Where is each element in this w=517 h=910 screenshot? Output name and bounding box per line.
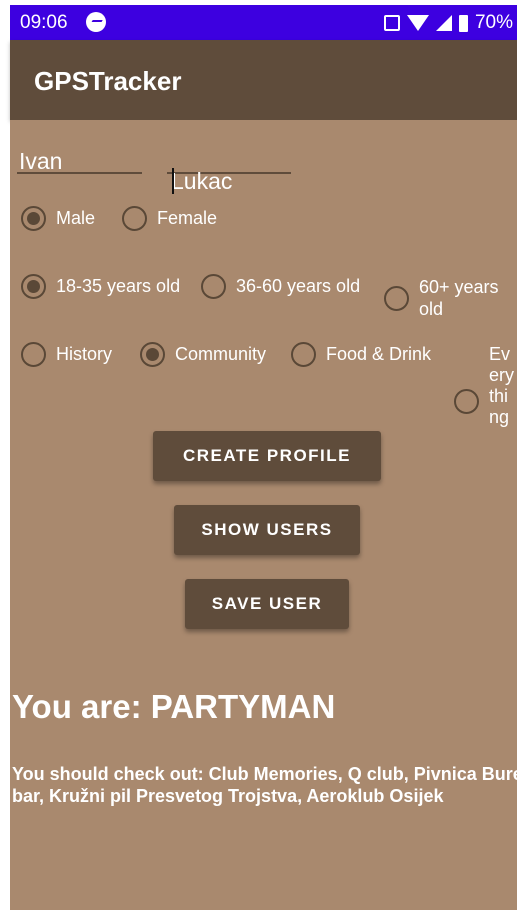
recommendation-text: You should check out: Club Memories, Q c…	[12, 764, 517, 806]
radio-unchecked-icon	[21, 342, 46, 367]
radio-age-18-35[interactable]: 18-35 years old	[21, 274, 180, 299]
radio-male[interactable]: Male	[21, 206, 95, 231]
radio-checked-icon	[140, 342, 165, 367]
radio-age-36-60-label: 36-60 years old	[236, 276, 361, 296]
radio-unchecked-icon	[454, 388, 479, 414]
app-title: GPSTracker	[34, 66, 182, 96]
radio-male-label: Male	[56, 208, 96, 228]
radio-history-label: History	[56, 344, 113, 364]
radio-unchecked-icon	[201, 274, 226, 299]
battery-percent: 70%	[474, 12, 513, 33]
radio-everything-label: Everything	[489, 344, 515, 427]
wifi-icon	[406, 15, 429, 31]
radio-unchecked-icon	[122, 206, 147, 231]
status-time: 09:06	[20, 12, 68, 33]
radio-unchecked-icon	[291, 342, 316, 367]
radio-age-60-plus[interactable]: 60+ years old	[384, 276, 514, 320]
radio-female[interactable]: Female	[122, 206, 217, 231]
radio-checked-icon	[21, 274, 46, 299]
radio-everything[interactable]: Everything	[454, 344, 515, 428]
last-name-value: Lukac	[171, 168, 233, 194]
radio-checked-icon	[21, 206, 46, 231]
last-name-input[interactable]: Lukac	[167, 128, 291, 194]
messenger-icon	[86, 12, 106, 32]
radio-food-drink[interactable]: Food & Drink	[291, 342, 431, 367]
radio-community-label: Community	[175, 344, 267, 364]
status-bar: 09:06 70%	[10, 5, 517, 40]
radio-unchecked-icon	[384, 285, 409, 311]
app-bar: GPSTracker	[10, 40, 517, 120]
radio-age-36-60[interactable]: 36-60 years old	[201, 274, 360, 299]
first-name-input[interactable]: Ivan	[17, 128, 142, 174]
radio-age-18-35-label: 18-35 years old	[56, 276, 181, 296]
result-title: You are: PARTYMAN	[12, 688, 336, 725]
status-icons: 70%	[383, 12, 513, 34]
radio-community[interactable]: Community	[140, 342, 266, 367]
vibrate-icon	[383, 15, 400, 31]
radio-food-drink-label: Food & Drink	[326, 344, 432, 364]
main-content: Ivan Lukac Male Female 18-35 years old 3…	[10, 120, 517, 910]
save-user-button[interactable]: SAVE USER	[185, 579, 349, 629]
show-users-button[interactable]: SHOW USERS	[174, 505, 360, 555]
radio-age-60-plus-label: 60+ years old	[419, 277, 499, 319]
radio-history[interactable]: History	[21, 342, 112, 367]
radio-female-label: Female	[157, 208, 218, 228]
first-name-value: Ivan	[19, 148, 63, 174]
text-cursor	[172, 168, 174, 194]
create-profile-button[interactable]: CREATE PROFILE	[153, 431, 381, 481]
battery-icon	[458, 14, 468, 32]
cell-signal-icon	[435, 15, 452, 31]
